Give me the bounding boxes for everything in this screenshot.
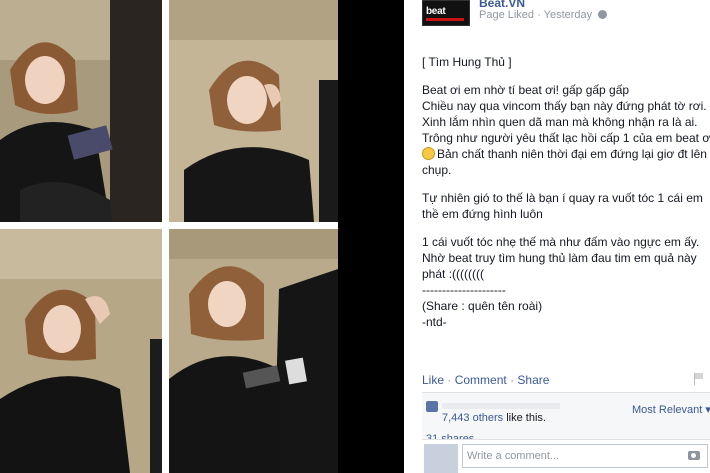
like-summary: 7,443 others like this. Most Relevant ▾ — [422, 397, 710, 429]
post-line: Chiều nay qua vincom thấy bạn này đứng p… — [422, 99, 707, 113]
post-header: beat Beat.VN Page Liked · Yesterday — [422, 0, 710, 28]
avatar — [424, 444, 458, 473]
feedback-area: 7,443 others like this. Most Relevant ▾ … — [422, 392, 710, 473]
page-status: Page Liked — [479, 9, 535, 21]
chevron-down-icon: ▾ — [705, 404, 710, 416]
post-line: phát :(((((((( — [422, 267, 484, 281]
post-line: chụp. — [422, 163, 452, 177]
post-line: Bản chất thanh niên thời đại em đứng lại… — [422, 146, 710, 162]
globe-icon[interactable] — [598, 10, 608, 19]
comment-input[interactable] — [462, 444, 708, 468]
camera-icon[interactable] — [688, 451, 700, 460]
comment-composer — [422, 439, 710, 473]
share-link[interactable]: Share — [517, 373, 549, 387]
comment-link[interactable]: Comment — [455, 373, 507, 387]
likers-count-link[interactable]: 7,443 others — [442, 412, 503, 424]
post-line: Nhờ beat truy tìm hung thủ làm đau tim e… — [422, 251, 697, 265]
post-actions: Like · Comment · Share — [422, 373, 549, 387]
page-logo-text: beat — [426, 6, 446, 17]
action-separator: · — [447, 373, 452, 387]
like-link[interactable]: Like — [422, 373, 444, 387]
post-line-text: Bản chất thanh niên thời đại em đứng lại… — [437, 147, 707, 161]
flag-icon[interactable] — [694, 373, 704, 385]
crying-face-icon — [422, 147, 435, 160]
post-title: [ Tìm Hung Thủ ] — [422, 55, 512, 69]
post-message: [ Tìm Hung Thủ ] Beat ơi em nhờ tí beat … — [422, 54, 710, 330]
meta-separator: · — [537, 9, 541, 21]
sort-dropdown[interactable]: Most Relevant ▾ — [632, 403, 710, 416]
page-avatar[interactable]: beat — [422, 0, 470, 26]
post-line: Trông như người yêu thất lạc hồi cấp 1 c… — [422, 131, 710, 145]
post-line: thề em đứng hình luôn — [422, 207, 543, 221]
thumbs-up-icon — [426, 401, 438, 412]
post-line: 1 cái vuốt tóc nhẹ thế mà như đấm vào ng… — [422, 235, 700, 249]
post-line: Xinh lắm nhìn quen dã man mà không nhận … — [422, 115, 698, 129]
post-timestamp-link[interactable]: Yesterday — [544, 9, 593, 21]
photo-collage[interactable] — [0, 0, 338, 473]
likers-suffix: like this. — [503, 412, 546, 424]
photo-2[interactable] — [169, 0, 338, 222]
photo-1[interactable] — [0, 0, 162, 222]
post-share-note: (Share : quên tên roài) — [422, 299, 543, 313]
logo-accent-bar — [426, 18, 464, 21]
post-line: Beat ơi em nhờ tí beat ơi! gấp gấp gấp — [422, 83, 630, 97]
post-panel: beat Beat.VN Page Liked · Yesterday [ Tì… — [404, 0, 710, 473]
photo-3[interactable] — [0, 229, 162, 473]
lightbox-overlay — [338, 0, 404, 473]
post-divider: --------------------- — [422, 283, 506, 297]
sort-label: Most Relevant — [632, 404, 703, 416]
photo-4[interactable] — [169, 229, 338, 473]
likers-names-bar — [442, 403, 560, 409]
like-sentence: 7,443 others like this. — [442, 412, 546, 424]
action-separator: · — [510, 373, 515, 387]
post-line: Tự nhiên gió to thế là bạn í quay ra vuố… — [422, 191, 703, 205]
post-signature: -ntd- — [422, 315, 447, 329]
post-meta: Page Liked · Yesterday — [479, 9, 608, 21]
